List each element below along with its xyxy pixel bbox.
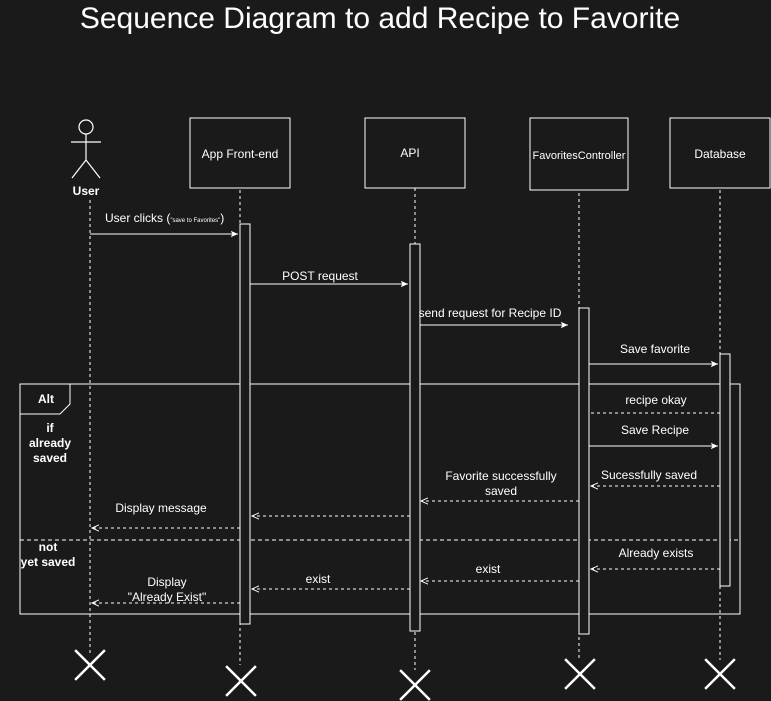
destroy-api-icon [399,669,431,701]
destroy-frontend-icon [225,665,257,697]
participant-api-label: API [400,146,419,160]
guard1-line1: if [46,421,54,435]
diagram-canvas: Sequence Diagram to add Recipe to Favori… [0,0,771,701]
msg-save-recipe-label: Save Recipe [621,423,689,437]
guard2-line1: not [39,540,58,554]
guard2-line2: yet saved [21,555,76,569]
guard1-line3: saved [33,451,67,465]
destroy-user-icon [74,649,106,681]
activation-api [409,243,421,632]
msg-recipe-okay-label: recipe okay [625,393,686,407]
msg-send-request-label: send request for Recipe ID [419,306,562,320]
msg-save-favorite-label: Save favorite [620,342,690,356]
alt-fragment-label: Alt [38,392,54,406]
activation-controller [578,307,590,635]
participant-database-label: Database [694,147,746,161]
msg-favorite-success-line2: saved [485,484,517,498]
alt-fragment [19,383,741,615]
activation-database [719,353,731,587]
participant-frontend-label: App Front-end [202,147,279,161]
activation-frontend [239,223,251,625]
msg-exist-fe-label: exist [306,572,331,586]
msg-display-message-label: Display message [115,501,207,515]
user-actor-icon [71,119,101,179]
msg-display-already-line2: "Already Exist" [128,590,207,604]
msg-successfully-saved-label: Sucessfully saved [601,468,697,482]
destroy-database-icon [704,658,736,690]
guard1-line2: already [29,436,71,450]
destroy-controller-icon [564,658,596,690]
msg-user-clicks-label: User clicks ("save to Favorites") [105,211,224,225]
msg-post-request-label: POST request [282,269,358,283]
msg-exist-api-label: exist [476,562,501,576]
sequence-diagram: Sequence Diagram to add Recipe to Favori… [19,2,771,701]
participant-controller-label: FavoritesController [533,150,626,162]
participant-user-label: User [73,184,100,198]
msg-already-exists-label: Already exists [619,546,694,560]
page-title: Sequence Diagram to add Recipe to Favori… [80,2,680,35]
msg-favorite-success-line1: Favorite successfully [445,469,556,483]
msg-display-already-line1: Display [147,575,186,589]
